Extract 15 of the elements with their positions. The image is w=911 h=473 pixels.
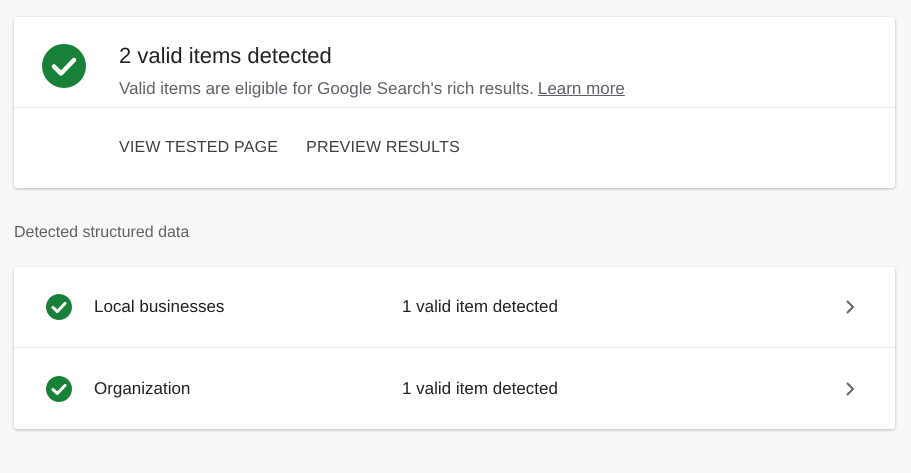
result-row[interactable]: Organization 1 valid item detected (14, 348, 895, 429)
item-status: 1 valid item detected (402, 378, 559, 398)
section-label: Detected structured data (14, 224, 190, 242)
summary-description: Valid items are eligible for Google Search's rich results. (119, 79, 534, 98)
item-status: 1 valid item detected (402, 297, 559, 317)
item-name: Organization (94, 378, 192, 398)
chevron-right-icon (845, 380, 855, 396)
summary-title: 2 valid items detected (119, 42, 333, 70)
learn-more-link[interactable]: Learn more (538, 79, 625, 98)
chevron-right-icon (845, 299, 855, 315)
item-name: Local businesses (94, 297, 226, 317)
check-circle-icon (46, 294, 72, 320)
check-circle-icon (42, 44, 86, 88)
check-circle-icon (46, 376, 72, 402)
result-row[interactable]: Local businesses 1 valid item detected (14, 267, 895, 348)
